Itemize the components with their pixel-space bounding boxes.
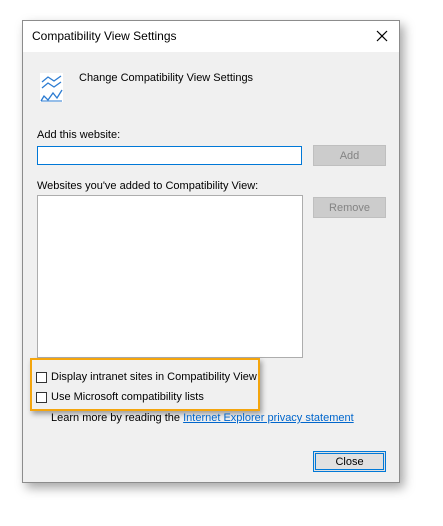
intranet-checkbox[interactable] bbox=[36, 371, 47, 383]
compatibility-view-icon bbox=[40, 73, 64, 108]
learn-more-prefix: Learn more by reading the bbox=[51, 412, 184, 424]
add-website-label: Add this website: bbox=[37, 129, 121, 141]
microsoft-lists-checkbox[interactable] bbox=[36, 391, 47, 403]
close-button[interactable]: Close bbox=[313, 451, 386, 472]
privacy-statement-link[interactable]: Internet Explorer privacy statement bbox=[183, 412, 354, 424]
intranet-option[interactable]: Display intranet sites in Compatibility … bbox=[36, 371, 257, 383]
header-text: Change Compatibility View Settings bbox=[79, 72, 254, 84]
close-icon bbox=[376, 30, 388, 42]
websites-list[interactable] bbox=[37, 195, 303, 358]
website-input[interactable] bbox=[37, 146, 302, 165]
microsoft-lists-option-label: Use Microsoft compatibility lists bbox=[51, 391, 204, 403]
close-window-button[interactable] bbox=[365, 21, 399, 52]
microsoft-lists-option[interactable]: Use Microsoft compatibility lists bbox=[36, 391, 204, 403]
learn-more-text: Learn more by reading the Internet Explo… bbox=[51, 412, 354, 424]
title-bar: Compatibility View Settings bbox=[23, 21, 399, 52]
add-button[interactable]: Add bbox=[313, 145, 386, 166]
screenshot: Compatibility View Settings Change Compa… bbox=[0, 0, 443, 526]
remove-button[interactable]: Remove bbox=[313, 197, 386, 218]
compatibility-view-dialog: Compatibility View Settings Change Compa… bbox=[22, 20, 400, 483]
options-highlight-box bbox=[30, 358, 260, 411]
intranet-option-label: Display intranet sites in Compatibility … bbox=[51, 371, 257, 383]
window-title: Compatibility View Settings bbox=[32, 29, 177, 43]
websites-list-label: Websites you've added to Compatibility V… bbox=[37, 180, 259, 192]
